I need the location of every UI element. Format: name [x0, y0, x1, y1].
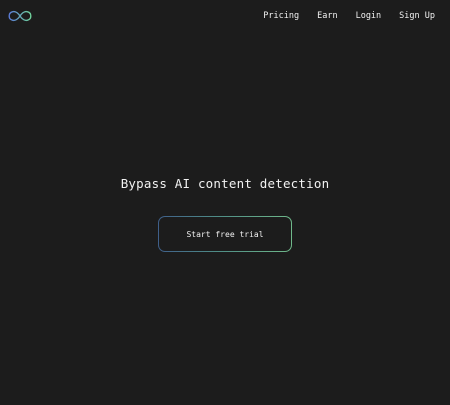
nav-link-login[interactable]: Login	[356, 10, 382, 23]
hero-headline: Bypass AI content detection	[120, 176, 330, 191]
start-free-trial-button[interactable]: Start free trial	[159, 217, 291, 251]
cta-border: Start free trial	[158, 216, 292, 252]
logo[interactable]	[8, 9, 32, 23]
nav-link-pricing[interactable]: Pricing	[263, 10, 299, 23]
nav-link-earn[interactable]: Earn	[317, 10, 337, 23]
top-nav: Pricing Earn Login Sign Up	[263, 10, 435, 23]
infinity-icon	[8, 10, 32, 22]
nav-link-sign-up[interactable]: Sign Up	[399, 10, 435, 23]
